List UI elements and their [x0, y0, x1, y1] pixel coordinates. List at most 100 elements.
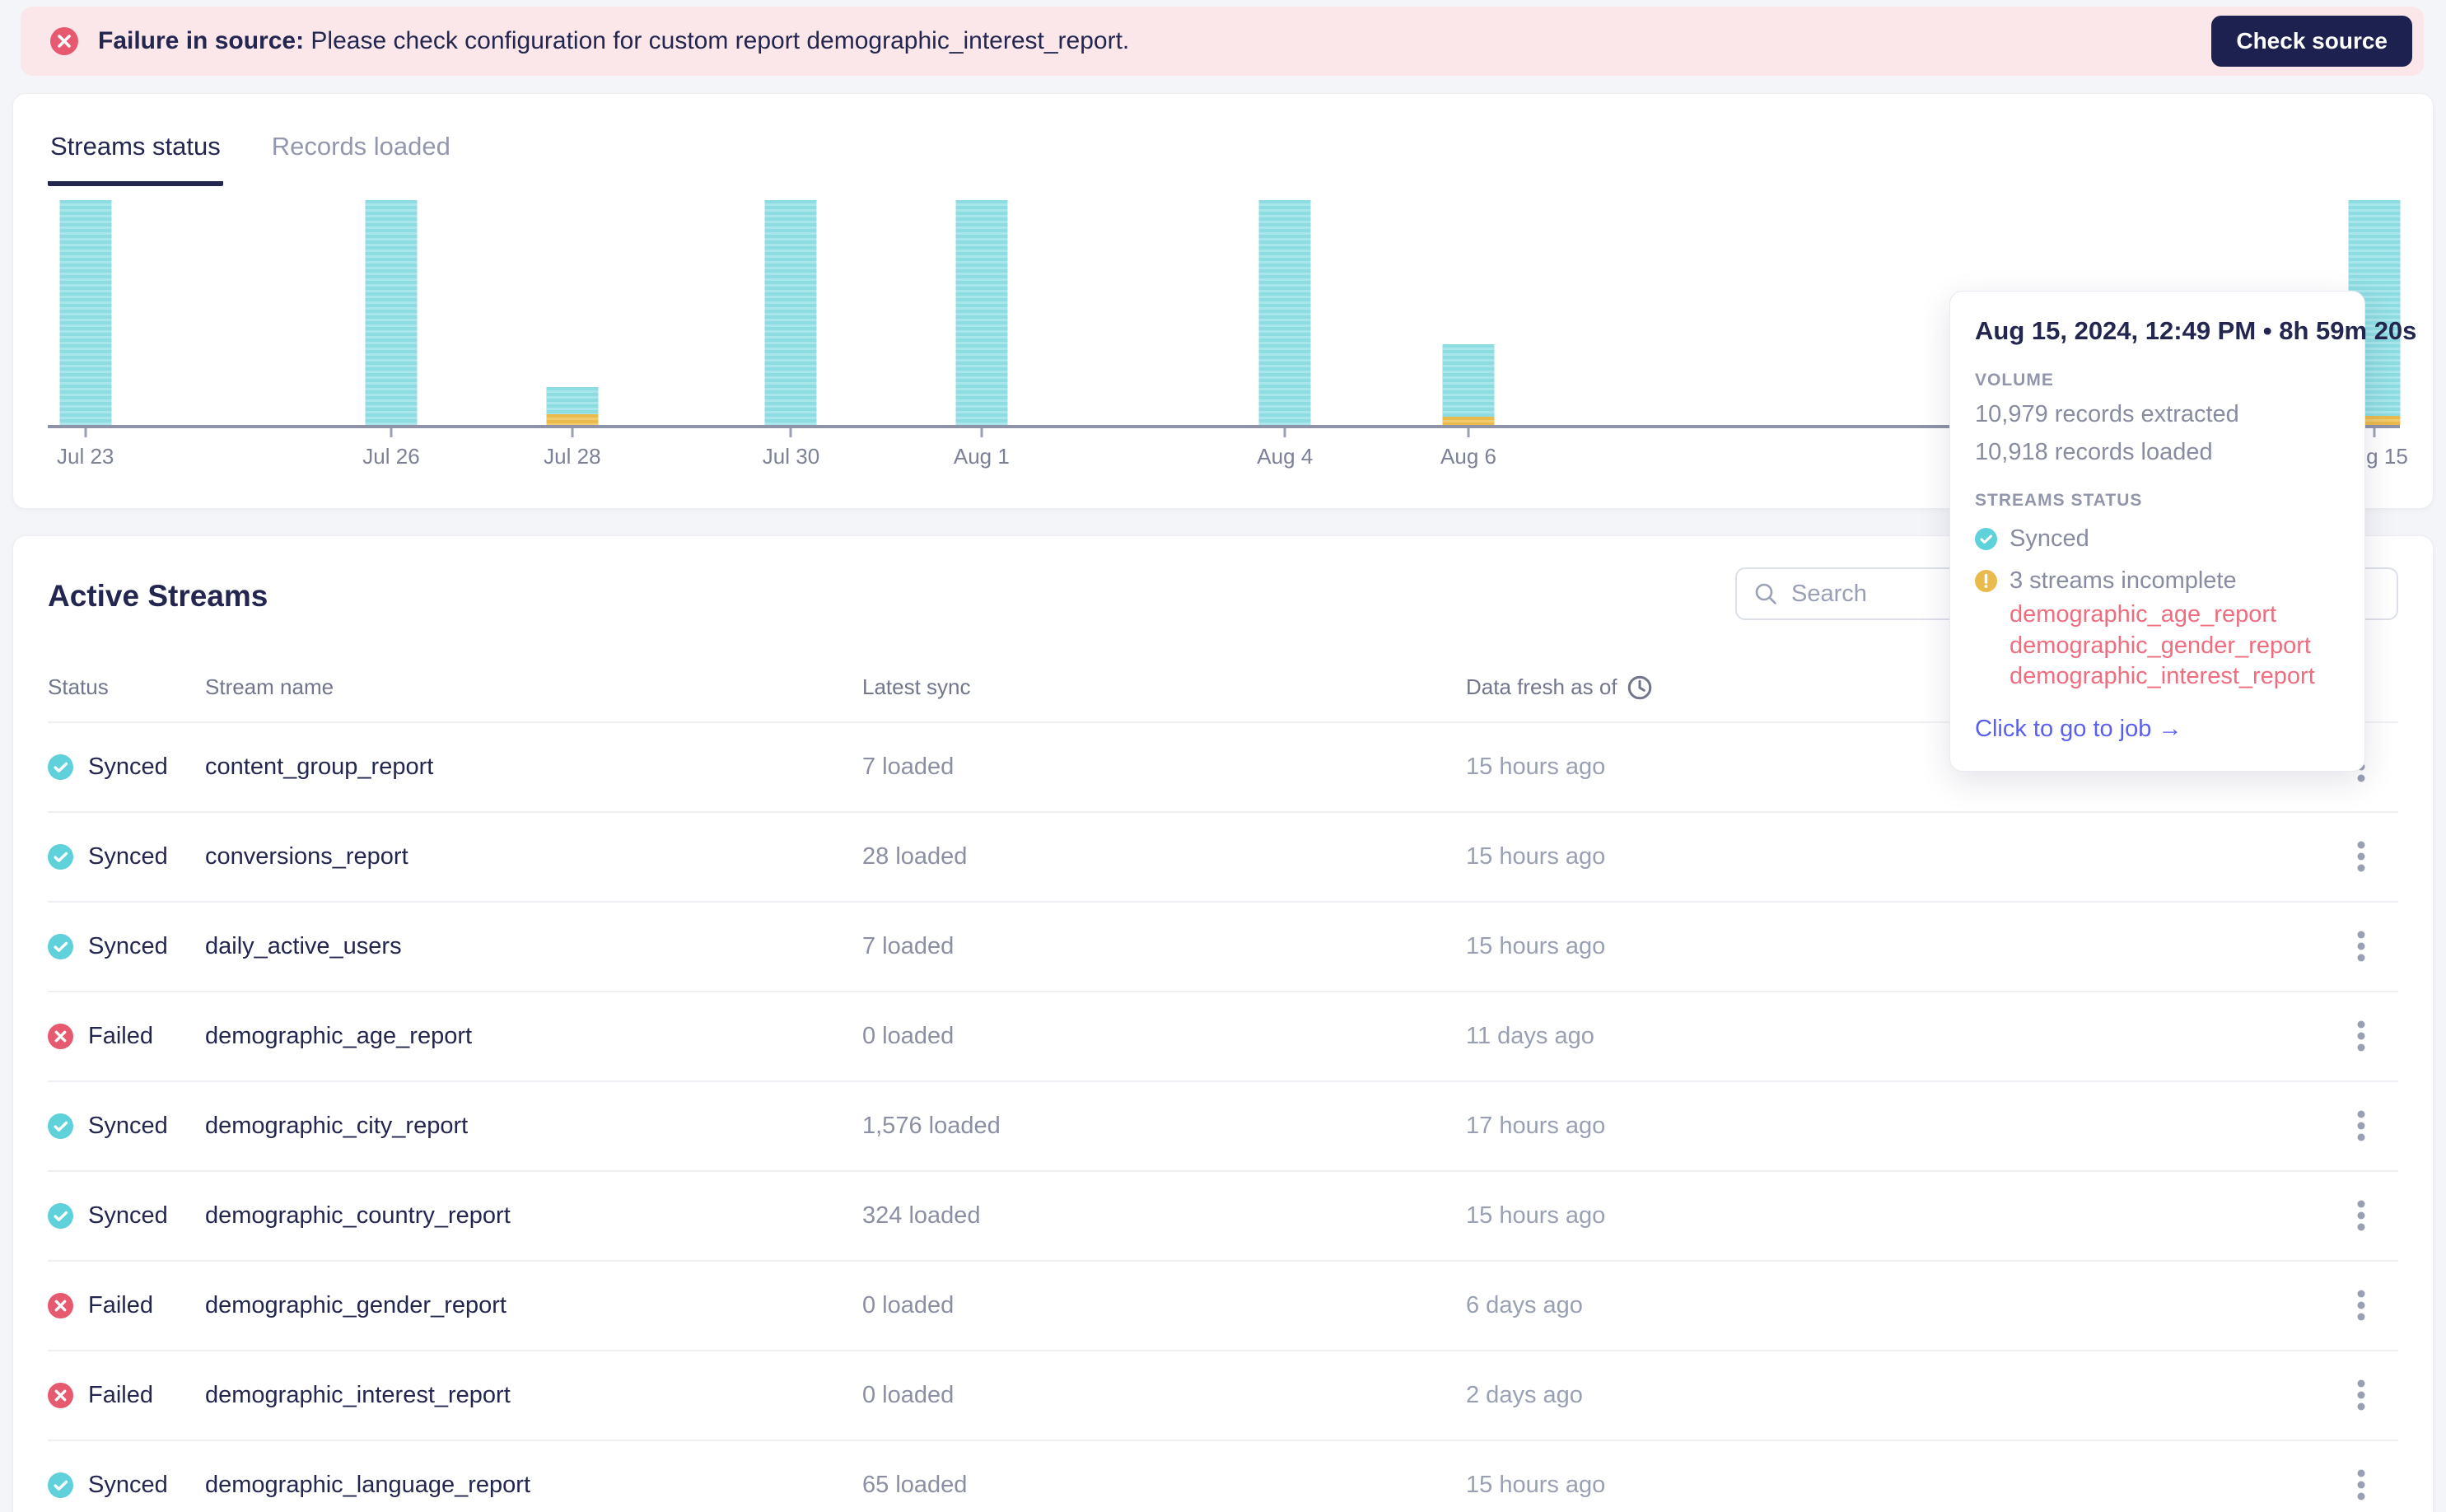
axis-tick-label: Jul 23	[56, 444, 114, 469]
status-cell: Failed	[48, 1382, 205, 1409]
bar-segment-loaded	[764, 200, 817, 425]
tab-records-loaded[interactable]: Records loaded	[269, 132, 453, 186]
bar-segment-loaded	[365, 200, 418, 425]
latest-sync-value: 1,576 loaded	[862, 1113, 1001, 1139]
axis-tick-label: Jul 28	[544, 444, 601, 469]
data-fresh-value: 2 days ago	[1466, 1382, 1583, 1408]
chart-bar-aug-1[interactable]	[955, 200, 1008, 425]
warning-icon	[1975, 570, 1997, 592]
row-menu-button[interactable]	[2324, 1469, 2398, 1502]
error-icon	[50, 27, 78, 55]
sync-dashboard: Failure in source: Please check configur…	[0, 0, 2446, 1512]
go-to-job-link[interactable]: Click to go to job →	[1975, 716, 2182, 743]
tooltip-records-extracted: 10,979 records extracted	[1975, 401, 2239, 427]
latest-sync-value: 324 loaded	[862, 1202, 981, 1229]
error-message-bold: Failure in source:	[98, 27, 305, 54]
tooltip-title: Aug 15, 2024, 12:49 PM • 8h 59m 20s	[1975, 316, 2417, 345]
tooltip-volume-label: VOLUME	[1975, 371, 2054, 390]
failed-x-icon	[48, 1383, 73, 1408]
stream-name: demographic_country_report	[205, 1202, 511, 1229]
streams-table-body: Synced content_group_report 7 loaded 15 …	[48, 723, 2398, 1512]
status-cell: Synced	[48, 843, 205, 870]
chart-bar-aug-4[interactable]	[1258, 200, 1311, 425]
tooltip-records-loaded: 10,918 records loaded	[1975, 439, 2213, 465]
stream-name: conversions_report	[205, 843, 408, 870]
incomplete-stream-link[interactable]: demographic_gender_report	[2010, 631, 2338, 662]
row-menu-button[interactable]	[2324, 841, 2398, 874]
status-cell: Synced	[48, 933, 205, 960]
stream-name: demographic_city_report	[205, 1113, 469, 1139]
axis-tick	[571, 428, 574, 437]
error-message-rest: Please check configuration for custom re…	[304, 27, 1130, 54]
bar-segment-loaded	[1258, 200, 1311, 425]
kebab-icon	[2357, 1469, 2365, 1500]
status-cell: Synced	[48, 1472, 205, 1499]
latest-sync-value: 0 loaded	[862, 1382, 955, 1408]
status-cell: Synced	[48, 1202, 205, 1230]
bar-segment-loaded	[59, 200, 112, 425]
row-menu-button[interactable]	[2324, 1290, 2398, 1323]
incomplete-stream-link[interactable]: demographic_interest_report	[2010, 661, 2338, 693]
table-row: Synced daily_active_users 7 loaded 15 ho…	[48, 903, 2398, 992]
status-badge: Synced	[88, 933, 168, 959]
tooltip-incomplete-row: 3 streams incomplete	[1975, 567, 2338, 595]
axis-tick	[2373, 428, 2376, 437]
status-badge: Failed	[88, 1023, 153, 1049]
latest-sync-value: 7 loaded	[862, 754, 955, 780]
synced-check-icon	[48, 754, 73, 780]
status-badge: Failed	[88, 1292, 153, 1318]
synced-check-icon	[48, 934, 73, 959]
data-fresh-value: 17 hours ago	[1466, 1113, 1606, 1139]
status-badge: Synced	[88, 754, 168, 780]
chart-bar-aug-6[interactable]	[1442, 344, 1495, 425]
table-row: Failed demographic_interest_report 0 loa…	[48, 1351, 2398, 1441]
status-badge: Synced	[88, 1113, 168, 1139]
stream-name: content_group_report	[205, 754, 434, 780]
row-menu-button[interactable]	[2324, 1200, 2398, 1233]
status-cell: Failed	[48, 1292, 205, 1319]
chart-bar-jul-30[interactable]	[764, 200, 817, 425]
stream-name: demographic_gender_report	[205, 1292, 506, 1318]
chart-bar-jul-26[interactable]	[365, 200, 418, 425]
status-cell: Synced	[48, 754, 205, 781]
chart-bar-jul-28[interactable]	[546, 387, 599, 425]
table-row: Synced demographic_language_report 65 lo…	[48, 1441, 2398, 1512]
stream-name: demographic_age_report	[205, 1023, 473, 1049]
row-menu-button[interactable]	[2324, 1379, 2398, 1412]
table-row: Synced demographic_country_report 324 lo…	[48, 1172, 2398, 1262]
stream-name: daily_active_users	[205, 933, 402, 959]
data-fresh-value: 15 hours ago	[1466, 1472, 1606, 1498]
row-menu-button[interactable]	[2324, 1110, 2398, 1143]
kebab-icon	[2357, 841, 2365, 871]
table-row: Failed demographic_gender_report 0 loade…	[48, 1262, 2398, 1351]
row-menu-button[interactable]	[2324, 931, 2398, 964]
stream-name: demographic_language_report	[205, 1472, 531, 1498]
synced-check-icon	[48, 1113, 73, 1139]
kebab-icon	[2357, 1020, 2365, 1051]
axis-tick	[1283, 428, 1286, 437]
latest-sync-value: 0 loaded	[862, 1023, 955, 1049]
axis-tick	[390, 428, 393, 437]
synced-check-icon	[48, 1472, 73, 1498]
tooltip-synced-label: Synced	[2010, 525, 2089, 552]
tooltip-incomplete-label: 3 streams incomplete	[2010, 567, 2237, 594]
check-source-button[interactable]: Check source	[2211, 16, 2412, 67]
kebab-icon	[2357, 1379, 2365, 1410]
axis-tick-label: Jul 30	[762, 444, 820, 469]
data-fresh-value: 15 hours ago	[1466, 933, 1606, 959]
kebab-icon	[2357, 1290, 2365, 1320]
chart-bar-jul-23[interactable]	[59, 200, 112, 425]
tab-streams-status[interactable]: Streams status	[48, 132, 223, 186]
synced-check-icon	[48, 1203, 73, 1229]
axis-tick	[980, 428, 983, 437]
error-banner: Failure in source: Please check configur…	[21, 7, 2424, 76]
search-icon	[1755, 583, 1776, 604]
data-fresh-value: 6 days ago	[1466, 1292, 1583, 1318]
table-row: Failed demographic_age_report 0 loaded 1…	[48, 992, 2398, 1082]
row-menu-button[interactable]	[2324, 1020, 2398, 1053]
data-fresh-value: 15 hours ago	[1466, 1202, 1606, 1229]
tooltip-synced-row: Synced	[1975, 525, 2338, 553]
status-badge: Synced	[88, 1202, 168, 1229]
incomplete-stream-link[interactable]: demographic_age_report	[2010, 600, 2338, 631]
bar-segment-incomplete	[546, 414, 599, 425]
